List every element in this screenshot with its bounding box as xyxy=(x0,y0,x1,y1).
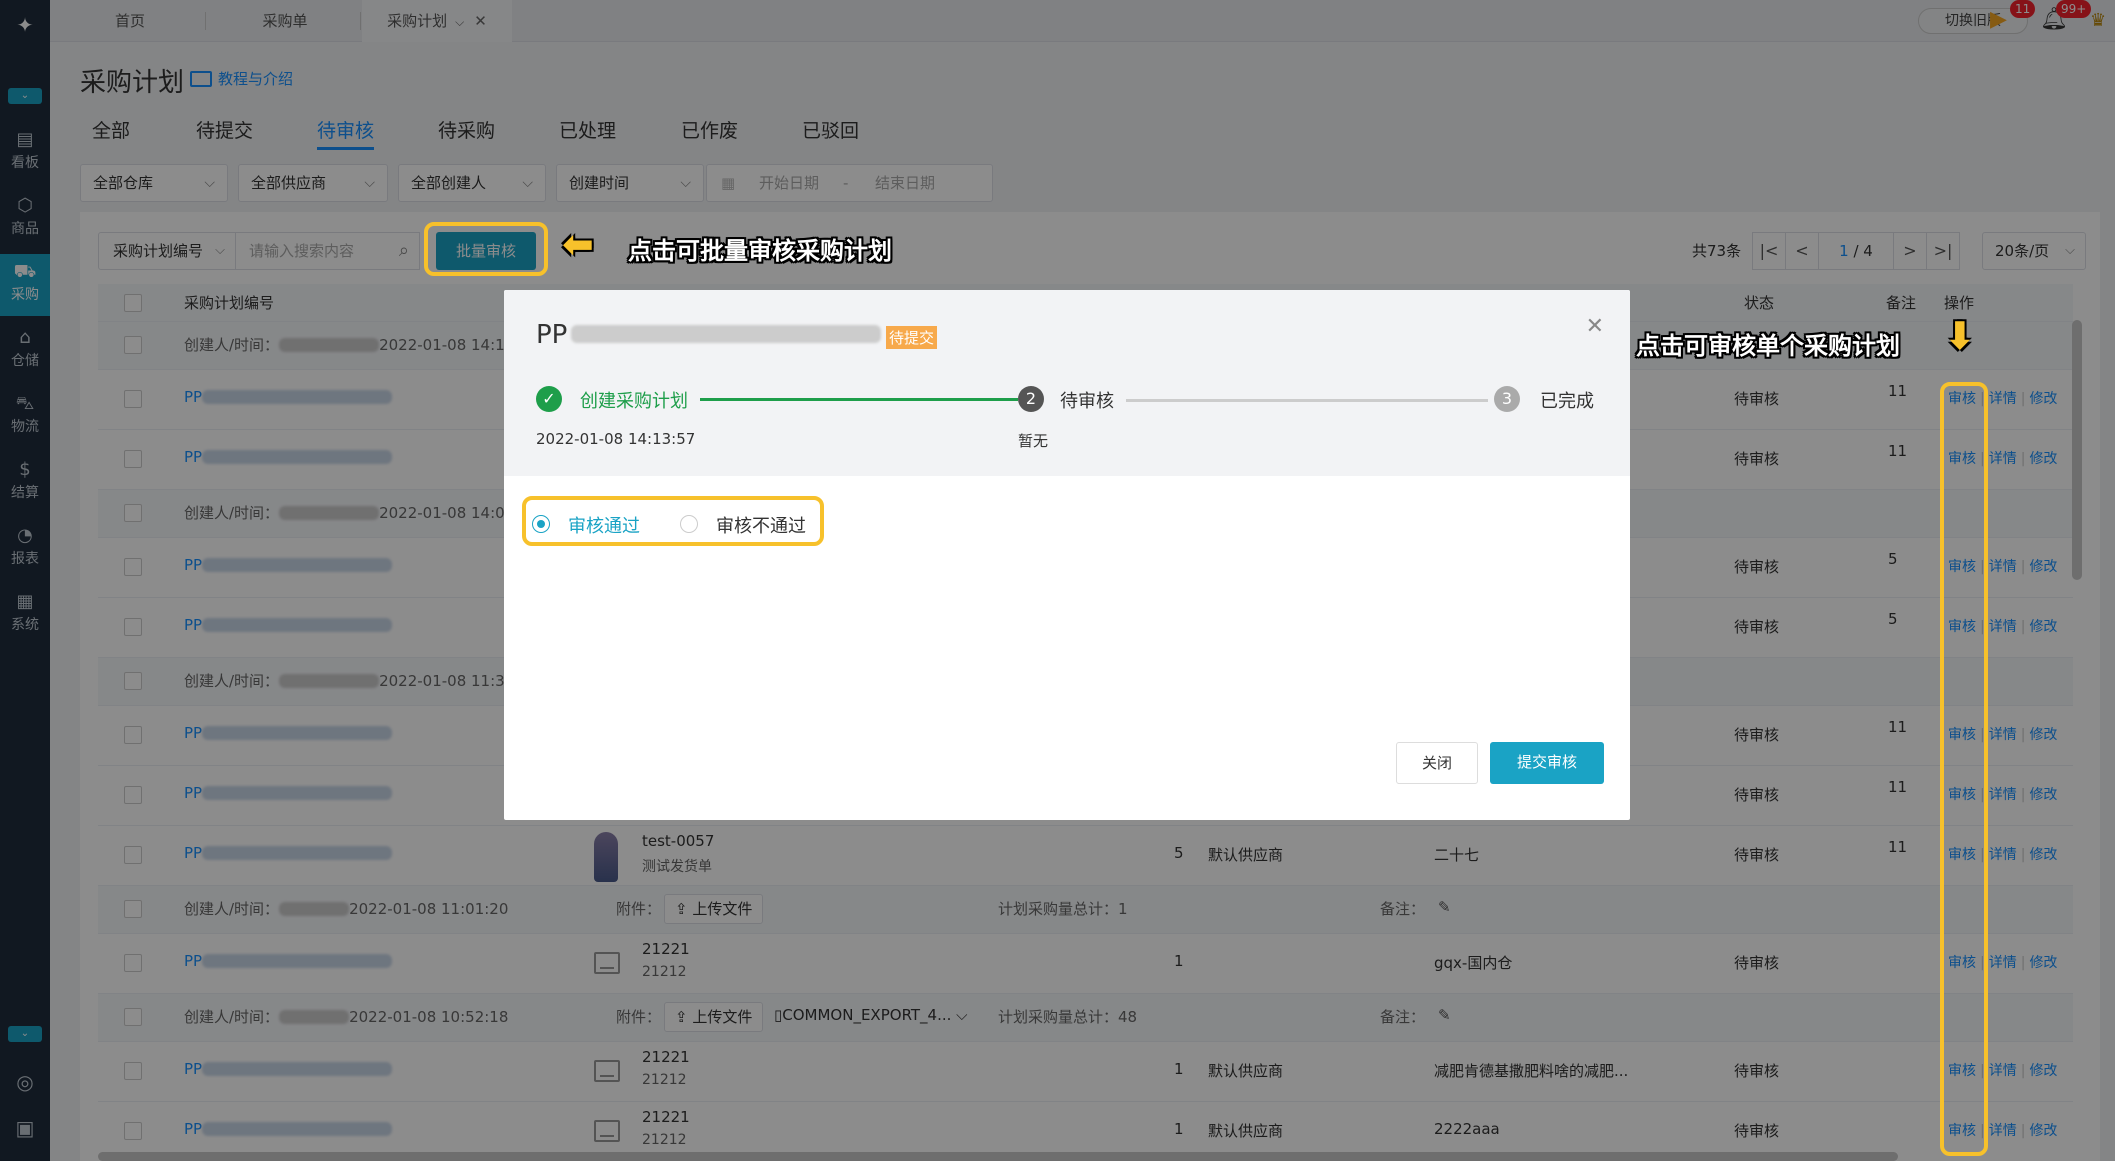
step-label-create: 创建采购计划 xyxy=(580,391,688,412)
step-num-3: 3 xyxy=(1494,386,1520,412)
status-badge: 待提交 xyxy=(886,326,938,349)
step-label-done: 已完成 xyxy=(1540,391,1594,412)
review-modal: PP 待提交 ✕ ✓ 创建采购计划 2 待审核 3 已完成 2022-01-08… xyxy=(504,290,1630,820)
review-column-highlight xyxy=(1940,382,1988,1156)
batch-review-highlight xyxy=(424,222,548,276)
review-options-highlight xyxy=(522,496,824,546)
close-button[interactable]: 关闭 xyxy=(1396,742,1478,784)
modal-header: PP 待提交 ✕ ✓ 创建采购计划 2 待审核 3 已完成 2022-01-08… xyxy=(504,290,1630,476)
batch-review-callout: 点击可批量审核采购计划 xyxy=(628,237,892,265)
step-review-time: 暂无 xyxy=(1018,432,1049,450)
single-review-callout: 点击可审核单个采购计划 xyxy=(1636,332,1900,360)
close-icon[interactable]: ✕ xyxy=(1586,314,1604,339)
arrow-left-icon: ⬅ xyxy=(562,222,594,266)
modal-title: PP xyxy=(536,320,882,350)
step-connector xyxy=(1126,399,1488,402)
submit-review-button[interactable]: 提交审核 xyxy=(1490,742,1604,784)
arrow-down-icon: ⬇ xyxy=(1944,314,1976,358)
step-connector xyxy=(700,398,1018,401)
step-create-time: 2022-01-08 14:13:57 xyxy=(536,430,696,448)
step-label-review: 待审核 xyxy=(1060,391,1114,412)
check-icon: ✓ xyxy=(536,386,562,412)
step-num-2: 2 xyxy=(1018,386,1044,412)
